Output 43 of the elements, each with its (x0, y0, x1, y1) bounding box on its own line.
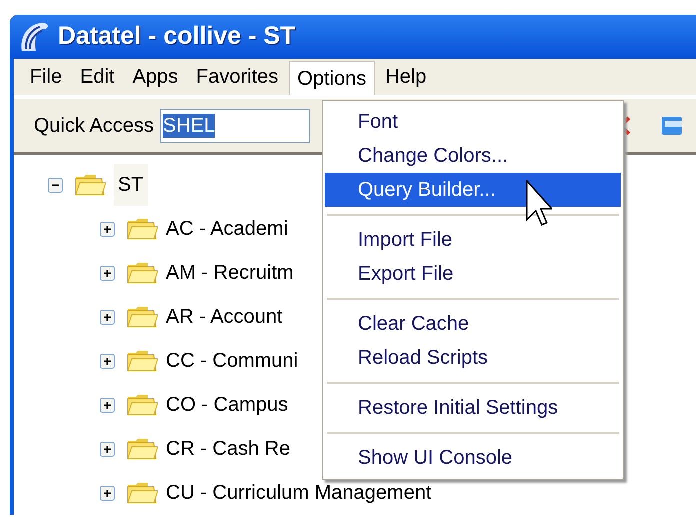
expand-icon[interactable] (100, 486, 115, 500)
folder-icon (126, 349, 158, 373)
menu-item[interactable]: File (22, 60, 70, 94)
tree-item-label[interactable]: ST (114, 164, 148, 206)
quick-access-value: SHEL (163, 114, 216, 138)
options-menu-item[interactable]: Font (325, 105, 621, 139)
menu-item[interactable]: Edit (72, 60, 123, 94)
menu-item[interactable]: Apps (124, 60, 186, 94)
folder-icon (74, 173, 106, 197)
folder-icon (126, 261, 158, 285)
collapse-icon[interactable] (48, 178, 63, 192)
folder-icon (126, 393, 158, 417)
tree-item-label[interactable]: AC - Academi (166, 214, 288, 244)
quick-access-label: Quick Access (34, 114, 154, 138)
expand-icon[interactable] (100, 222, 115, 236)
options-menu-item[interactable]: Reload Scripts (325, 341, 621, 375)
window-title: Datatel - collive - ST (58, 21, 296, 52)
folder-icon (126, 437, 158, 461)
folder-icon (126, 481, 158, 505)
options-menu-item[interactable]: Show UI Console (325, 441, 621, 475)
options-menu-item[interactable]: Restore Initial Settings (325, 391, 621, 425)
menu-item[interactable]: Favorites (188, 60, 287, 94)
tree-item-label[interactable]: CU - Curriculum Management (166, 478, 432, 508)
options-menu-item[interactable]: Clear Cache (325, 307, 621, 341)
quick-access-combobox[interactable]: SHEL (160, 108, 310, 142)
tree-item-label[interactable]: CO - Campus (166, 390, 288, 420)
menu-item[interactable]: Help (377, 60, 435, 94)
tree-item-label[interactable]: CC - Communi (166, 346, 298, 376)
options-menu-item[interactable]: Query Builder... (325, 173, 621, 207)
tree-item-label[interactable]: AR - Account (166, 302, 283, 332)
menu-item[interactable]: Options (288, 61, 376, 95)
expand-icon[interactable] (100, 266, 115, 280)
tree-item-label[interactable]: CR - Cash Re (166, 434, 290, 464)
folder-icon (126, 305, 158, 329)
options-menu-item[interactable]: Import File (325, 223, 621, 257)
expand-icon[interactable] (100, 354, 115, 368)
expand-icon[interactable] (100, 310, 115, 324)
expand-icon[interactable] (100, 398, 115, 412)
options-menu-item[interactable]: Change Colors... (325, 139, 621, 173)
folder-icon (126, 217, 158, 241)
expand-icon[interactable] (100, 442, 115, 456)
options-menu-item[interactable]: Export File (325, 257, 621, 291)
tree-item-label[interactable]: AM - Recruitm (166, 258, 294, 288)
